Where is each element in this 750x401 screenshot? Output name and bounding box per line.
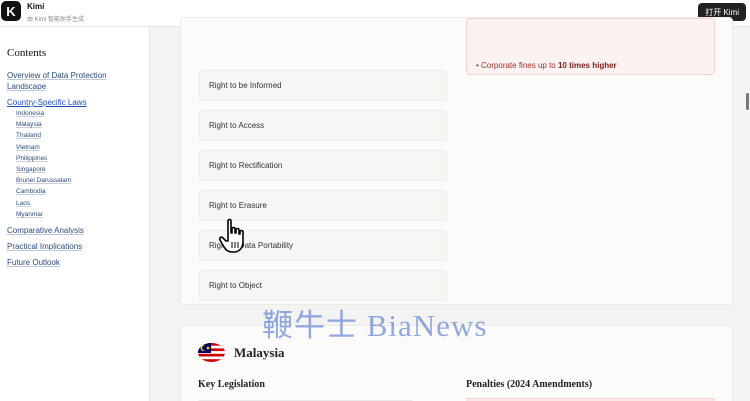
table-of-contents: Contents Overview of Data Protection Lan… [0, 27, 150, 401]
key-legislation-heading: Key Legislation [198, 379, 265, 390]
country-card-previous: Right to be Informed Right to Access Rig… [180, 17, 733, 305]
watermark: 鞭牛士 BiaNews [262, 308, 488, 343]
toc-sub-malaysia[interactable]: Malaysia [16, 121, 42, 128]
toc-item-overview-cont[interactable]: Landscape [7, 81, 46, 92]
toc-item-country-laws[interactable]: Country-Specific Laws [7, 97, 87, 108]
right-item-informed[interactable]: Right to be Informed [199, 70, 447, 101]
toc-title: Contents [7, 47, 47, 59]
malaysia-flag-icon [198, 343, 225, 362]
hand-pointer-icon [218, 218, 252, 254]
penalties-heading: Penalties (2024 Amendments) [466, 379, 593, 390]
toc-sub-indonesia[interactable]: Indonesia [16, 110, 44, 117]
toc-sub-thailand[interactable]: Thailand [16, 132, 41, 139]
right-item-rectification[interactable]: Right to Rectification [199, 150, 447, 181]
scrollbar-thumb[interactable] [746, 93, 749, 110]
country-title: Malaysia [234, 345, 285, 360]
app-subtitle: 由 Kimi 智能助手生成 [27, 17, 85, 23]
toc-sub-brunei[interactable]: Brunei Darussalam [16, 177, 71, 184]
right-item-erasure[interactable]: Right to Erasure [199, 190, 447, 221]
toc-sub-laos[interactable]: Laos [16, 200, 30, 207]
penalty-line: • Corporate fines up to 10 times higher [476, 61, 617, 70]
toc-sub-myanmar[interactable]: Myanmar [16, 211, 43, 218]
right-item-object[interactable]: Right to Object [199, 270, 447, 301]
app-title: Kimi [27, 2, 45, 11]
penalty-box: • Corporate fines up to 10 times higher [466, 18, 715, 75]
toc-item-overview[interactable]: Overview of Data Protection [7, 70, 107, 81]
toc-sub-philippines[interactable]: Philippines [16, 155, 47, 162]
toc-item-comparative[interactable]: Comparative Analysis [7, 225, 84, 236]
kimi-logo-icon: K [1, 1, 21, 21]
toc-item-future[interactable]: Future Outlook [7, 257, 60, 268]
toc-item-practical[interactable]: Practical Implications [7, 241, 82, 252]
toc-sub-singapore[interactable]: Singapore [16, 166, 46, 173]
right-item-access[interactable]: Right to Access [199, 110, 447, 141]
toc-sub-vietnam[interactable]: Vietnam [16, 144, 40, 151]
toc-sub-cambodia[interactable]: Cambodia [16, 188, 46, 195]
